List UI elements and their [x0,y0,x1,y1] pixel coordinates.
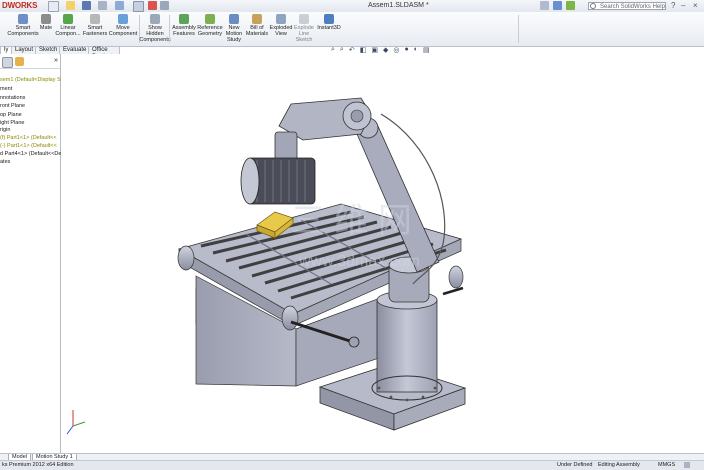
reference-geometry-button[interactable]: Reference Geometry [196,13,224,45]
smart-components-icon [18,14,28,24]
status-mode: Editing Assembly [598,462,640,468]
feature-tree-icon[interactable] [2,57,13,68]
document-title: Assem1.SLDASM * [368,2,429,9]
select-icon[interactable] [133,1,144,12]
instant3d-icon [324,14,334,24]
move-component-button[interactable]: Move Component [109,13,137,45]
watermark-text: 三 维 网 [291,202,412,240]
mate-button[interactable]: Mate [38,13,54,45]
help-status-icon[interactable] [684,462,690,468]
exploded-view-button[interactable]: Exploded View [269,13,293,45]
tree-item-annotations[interactable]: nnotations [0,95,25,102]
property-manager-icon[interactable] [15,57,24,66]
mate-icon [41,14,51,24]
help-search-placeholder: Search SolidWorks Help [600,4,665,10]
new-document-icon[interactable] [48,1,59,12]
tree-item-part4[interactable]: d Part4<1> (Default<<Def [0,151,63,158]
status-definition: Under Defined [557,462,593,468]
command-manager: Smart Components Mate Linear Compon... S… [0,12,704,47]
tree-item-part1-fixed[interactable]: (f) Part1<1> (Default<< [0,135,57,142]
panel-divider [0,68,60,69]
minimize-icon[interactable]: – [681,1,685,10]
tree-item-comment[interactable]: ment [0,86,12,93]
print-icon[interactable] [98,1,107,10]
assembly-features-icon [179,14,189,24]
view-icon[interactable] [553,1,562,10]
axis-triad [66,410,86,435]
open-folder-icon[interactable] [66,1,75,10]
rebuild-icon[interactable] [148,1,157,10]
instant3d-button[interactable]: Instant3D [316,13,342,45]
tab-sketch[interactable]: Sketch [35,46,62,54]
tree-item-mates[interactable]: ates [0,159,10,166]
exploded-view-icon [276,14,286,24]
app-logo: DWORKS [2,1,38,10]
tab-evaluate[interactable]: Evaluate [59,46,91,54]
expand-panel-icon[interactable]: » [54,57,58,64]
new-motion-study-button[interactable]: New Motion Study [224,13,244,45]
show-hidden-button[interactable]: Show Hidden Components [139,13,171,45]
assembly-model[interactable]: 三 维 网 www.3dmax.com [61,54,704,453]
help-search-input[interactable]: Search SolidWorks Help [588,2,666,10]
tab-layout[interactable]: Layout [11,46,38,54]
explode-line-icon [299,14,309,24]
undo-icon[interactable] [115,1,124,10]
status-units[interactable]: MMGS [658,461,675,469]
watermark-url: www.3dmax.com [298,253,420,270]
smart-fasteners-button[interactable]: Smart Fasteners [82,13,108,45]
assembly-features-button[interactable]: Assembly Features [171,13,197,45]
tree-item-top-plane[interactable]: op Plane [0,112,22,119]
linear-pattern-icon [63,14,73,24]
linear-pattern-button[interactable]: Linear Compon... [55,13,81,45]
smart-components-button[interactable]: Smart Components [6,13,40,45]
search-icon [590,3,596,9]
explode-line-sketch-button[interactable]: Explode Line Sketch [293,13,315,45]
tree-item-right-plane[interactable]: ight Plane [0,120,24,127]
bill-of-materials-button[interactable]: Bill of Materials [245,13,269,45]
save-icon[interactable] [82,1,91,10]
bom-icon [252,14,262,24]
graphics-area[interactable]: 三 维 网 www.3dmax.com [61,54,704,453]
ribbon-separator [518,15,519,43]
status-product: ks Premium 2012 x64 Edition [2,462,74,468]
motion-study-icon [229,14,239,24]
tab-office-products[interactable]: Office Products [88,46,120,60]
options-icon[interactable] [160,1,169,10]
tree-item-origin[interactable]: rigin [0,127,10,134]
close-icon[interactable]: × [693,1,698,10]
tree-item-part1-float[interactable]: (-) Part1<1> (Default<< [0,143,57,150]
tree-item-assembly[interactable]: sem1 (Default<Display St [0,77,62,84]
tree-item-front-plane[interactable]: ront Plane [0,103,25,110]
ribbon-separator [169,15,170,43]
smart-fasteners-icon [90,14,100,24]
feature-manager-tabs: » [0,57,62,68]
show-hidden-icon [150,14,160,24]
help-icon[interactable]: ? [671,1,675,10]
reference-geometry-icon [205,14,215,24]
move-component-icon [118,14,128,24]
display-icon[interactable] [566,1,575,10]
toolbar-arrow-icon[interactable] [540,1,549,10]
